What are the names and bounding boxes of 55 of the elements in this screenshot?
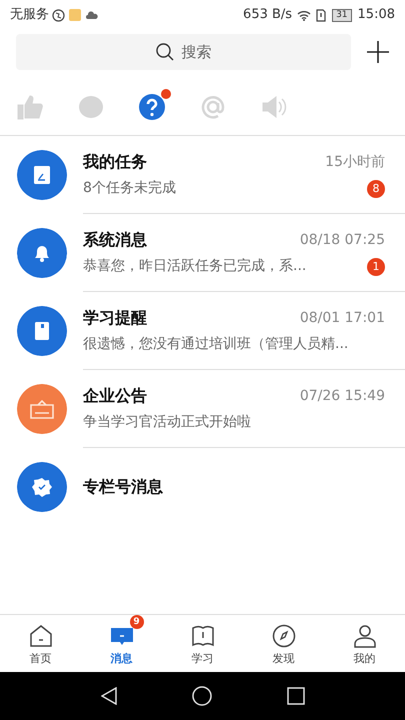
like-icon bbox=[16, 93, 44, 121]
question-icon bbox=[138, 93, 166, 121]
unread-count: 1 bbox=[367, 258, 385, 276]
tab-bar-item[interactable]: 首页 bbox=[10, 615, 70, 672]
message-preview: 很遗憾，您没有通过培训班（管理人员精... bbox=[83, 335, 348, 354]
comment-icon bbox=[77, 93, 105, 121]
message-title: 学习提醒 bbox=[83, 307, 147, 329]
tab-bar-item[interactable]: 消息 9 bbox=[92, 615, 152, 672]
battery-text: 31 bbox=[332, 8, 352, 22]
tab-bar-item[interactable]: 学习 bbox=[172, 615, 232, 672]
filter-tab[interactable] bbox=[138, 88, 172, 121]
message-avatar-icon bbox=[17, 384, 67, 434]
clock-text: 15:08 bbox=[358, 6, 395, 24]
message-preview: 8个任务未完成 bbox=[83, 179, 176, 198]
carrier-text: 无服务 bbox=[10, 6, 49, 24]
unread-count: 9 bbox=[130, 615, 144, 629]
recents-icon[interactable] bbox=[286, 687, 304, 705]
message-item[interactable]: 专栏号消息 bbox=[0, 448, 405, 526]
message-avatar-icon bbox=[17, 228, 67, 278]
search-icon bbox=[156, 43, 174, 61]
book-icon bbox=[190, 624, 214, 648]
home-icon[interactable] bbox=[192, 686, 212, 706]
message-preview: 争当学习官活动正式开始啦 bbox=[83, 413, 251, 432]
message-time: 15小时前 bbox=[325, 152, 385, 172]
message-avatar-icon bbox=[17, 462, 67, 512]
cloud-icon bbox=[86, 11, 98, 19]
message-item[interactable]: 我的任务 15小时前 8个任务未完成 8 bbox=[0, 136, 405, 214]
message-time: 08/01 17:01 bbox=[300, 308, 385, 328]
wifi-icon bbox=[297, 10, 312, 20]
message-title: 我的任务 bbox=[83, 151, 147, 173]
add-icon[interactable] bbox=[367, 41, 389, 63]
person-icon bbox=[352, 624, 376, 648]
message-title: 系统消息 bbox=[83, 229, 147, 251]
compass-icon bbox=[272, 624, 296, 648]
message-item[interactable]: 企业公告 07/26 15:49 争当学习官活动正式开始啦 bbox=[0, 370, 405, 448]
tab-bar-item[interactable]: 发现 bbox=[254, 615, 314, 672]
message-avatar-icon bbox=[17, 306, 67, 356]
message-title: 企业公告 bbox=[83, 385, 147, 407]
unread-count: 8 bbox=[367, 180, 385, 198]
speaker-icon bbox=[260, 93, 288, 121]
message-title: 专栏号消息 bbox=[83, 476, 163, 498]
home-icon bbox=[28, 624, 52, 648]
message-time: 07/26 15:49 bbox=[300, 386, 385, 406]
tab-bar-item[interactable]: 我的 bbox=[334, 615, 394, 672]
message-preview: 恭喜您，昨日活跃任务已完成，系... bbox=[83, 257, 306, 276]
message-avatar-icon bbox=[17, 150, 67, 200]
speed-text: 653 B/s bbox=[243, 6, 292, 24]
at-icon bbox=[199, 93, 227, 121]
app-icon bbox=[69, 9, 81, 21]
back-icon[interactable] bbox=[100, 687, 116, 705]
message-time: 08/18 07:25 bbox=[300, 230, 385, 250]
search-field[interactable]: 搜索 bbox=[16, 34, 351, 70]
sim-icon bbox=[316, 8, 326, 22]
message-item[interactable]: 学习提醒 08/01 17:01 很遗憾，您没有通过培训班（管理人员精... bbox=[0, 292, 405, 370]
message-item[interactable]: 系统消息 08/18 07:25 恭喜您，昨日活跃任务已完成，系... 1 bbox=[0, 214, 405, 292]
